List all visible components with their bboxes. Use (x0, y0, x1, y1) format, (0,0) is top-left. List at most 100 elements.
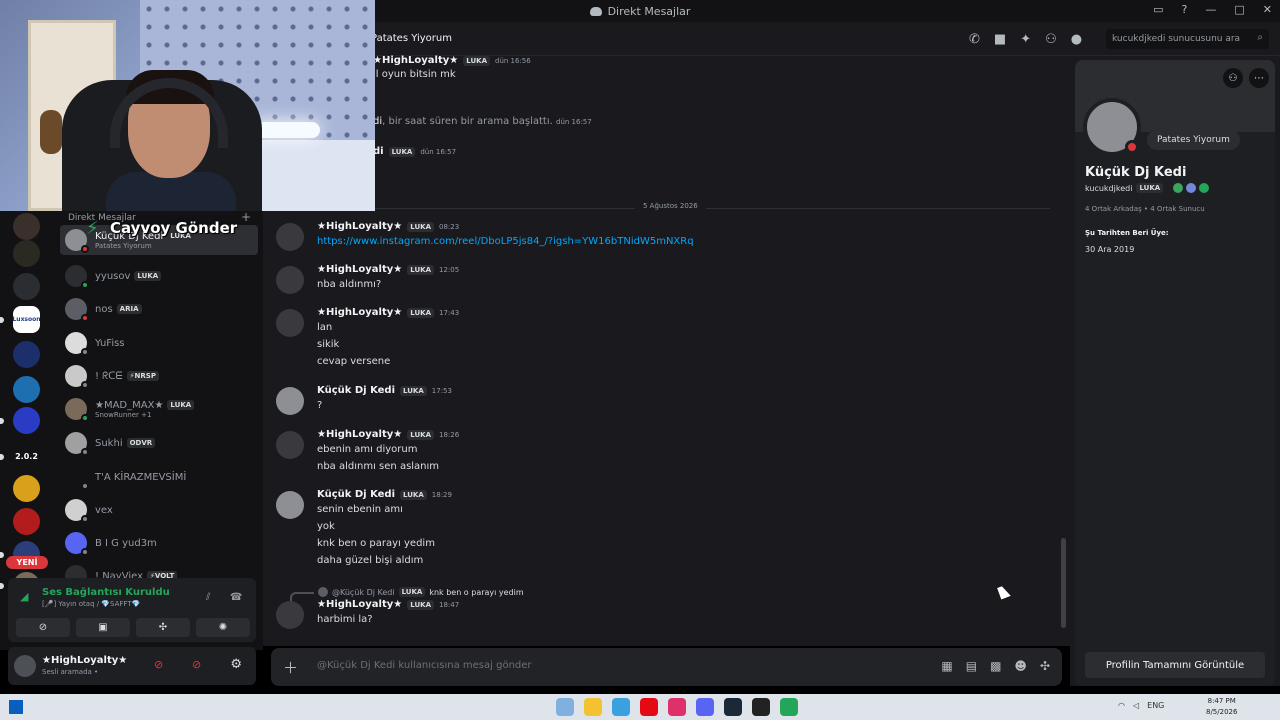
netflix-app-icon[interactable] (640, 698, 658, 716)
dm-item[interactable]: YuFiss (60, 328, 258, 358)
search-input[interactable]: kucukdjkedi sunucusunu ara ⌕ (1106, 29, 1269, 49)
add-friend-icon[interactable]: ⚇ (1223, 68, 1243, 88)
pin-icon[interactable]: ✦ (1020, 32, 1031, 47)
server-icon[interactable] (13, 213, 40, 240)
emoji-icon[interactable]: ☻ (1014, 659, 1027, 673)
dm-item[interactable]: T'A KİRAZMEVSİMİ (60, 462, 258, 492)
system-clock[interactable]: 8:47 PM 8/5/2026 (1206, 696, 1237, 718)
wifi-icon[interactable]: ◠ (1118, 701, 1125, 710)
dm-item[interactable]: yyusov LUKA (60, 261, 258, 291)
apps-icon[interactable]: ✣ (1040, 659, 1050, 673)
message-avatar[interactable] (276, 309, 304, 337)
terminal-app-icon[interactable] (752, 698, 770, 716)
attach-plus-icon[interactable]: ＋ (283, 657, 298, 678)
server-icon[interactable]: 2.0.2 (13, 443, 40, 470)
composer-tools: ▦ ▤ ▩ ☻ ✣ (941, 659, 1050, 673)
server-icon[interactable] (13, 376, 40, 403)
dm-item[interactable]: B I G yud3m (60, 528, 258, 558)
chat-scrollbar[interactable] (1061, 538, 1066, 628)
activities-button[interactable]: ✣ (136, 618, 190, 637)
dm-item[interactable]: nos ARIA (60, 294, 258, 324)
help-icon[interactable]: ? (1182, 3, 1188, 16)
steam-app-icon[interactable] (724, 698, 742, 716)
message-author[interactable]: ★HighLoyalty★ (373, 55, 458, 66)
server-icon[interactable] (13, 475, 40, 502)
message-avatar[interactable] (276, 431, 304, 459)
leaf-badge-icon[interactable] (1199, 183, 1210, 193)
message-avatar[interactable] (276, 491, 304, 519)
noise-suppression-icon[interactable]: ⫽ (206, 592, 210, 603)
store-app-icon[interactable] (612, 698, 630, 716)
message-text: ? (317, 400, 323, 411)
opera-app-icon[interactable] (668, 698, 686, 716)
discord-app-icon[interactable] (696, 698, 714, 716)
server-icon[interactable]: Luxsoon (12, 306, 41, 333)
video-call-icon[interactable]: ■ (994, 32, 1006, 47)
language-indicator[interactable]: ENG (1147, 701, 1164, 710)
chrome-app-icon[interactable] (556, 698, 574, 716)
new-dm-button[interactable]: + (241, 210, 251, 224)
server-icon[interactable] (13, 240, 40, 267)
message-author[interactable]: Küçük Dj Kedi (317, 385, 395, 396)
server-icon[interactable] (13, 508, 40, 535)
server-icon[interactable] (13, 407, 40, 434)
minimize-button[interactable]: — (1205, 3, 1216, 16)
server-icon[interactable] (13, 273, 40, 300)
gift-icon[interactable]: ▦ (941, 659, 952, 673)
message-author[interactable]: Küçük Dj Kedi (317, 489, 395, 500)
message-author[interactable]: ★HighLoyalty★ (317, 599, 402, 610)
message-author[interactable]: ★HighLoyalty★ (317, 307, 402, 318)
spotify-app-icon[interactable] (780, 698, 798, 716)
date-divider: 5 Ağustos 2026 (275, 202, 1050, 210)
screen-share-button[interactable]: ▣ (76, 618, 130, 637)
dm-item[interactable]: Sukhi ODVR (60, 428, 258, 458)
new-badge[interactable]: YENİ (6, 556, 48, 569)
profile-avatar[interactable] (1083, 98, 1141, 156)
close-button[interactable]: ✕ (1263, 3, 1272, 16)
soundboard-button[interactable]: ✺ (196, 618, 250, 637)
user-profile-icon[interactable]: ● (1071, 32, 1082, 47)
avatar[interactable] (14, 655, 36, 677)
dm-item-name: yyusov (95, 270, 131, 282)
message-author[interactable]: ★HighLoyalty★ (317, 221, 402, 232)
gif-icon[interactable]: ▤ (966, 659, 977, 673)
voice-channel-name[interactable]: [🎤] Yayın otaq / 💎SAFFT💎 (42, 600, 140, 608)
windows-start-icon[interactable] (9, 700, 23, 714)
message-composer: ＋ @Küçük Dj Kedi kullanıcısına mesaj gön… (271, 648, 1062, 686)
maximize-button[interactable]: □ (1234, 3, 1244, 16)
volume-icon[interactable]: ◁ (1133, 701, 1139, 710)
server-icon[interactable] (13, 341, 40, 368)
message-input[interactable]: @Küçük Dj Kedi kullanıcısına mesaj gönde… (317, 660, 532, 671)
message-author[interactable]: ★HighLoyalty★ (317, 264, 402, 275)
voice-call-icon[interactable]: ✆ (969, 32, 980, 47)
dm-item[interactable]: vex (60, 495, 258, 525)
view-full-profile-button[interactable]: Profilin Tamamını Görüntüle (1085, 652, 1265, 678)
mute-icon[interactable]: ⊘ (154, 658, 163, 671)
status-indicator (81, 348, 89, 356)
system-tray: ◠ ◁ ENG (1118, 701, 1164, 710)
sticker-icon[interactable]: ▩ (990, 659, 1001, 673)
nitro-badge-icon[interactable] (1186, 183, 1197, 193)
gear-icon[interactable]: ⚙ (230, 657, 242, 672)
message-avatar[interactable] (276, 601, 304, 629)
reply-preview[interactable]: @Küçük Dj Kedi LUKA knk ben o parayı yed… (318, 587, 524, 597)
message-link[interactable]: https://www.instagram.com/reel/DboLP5js8… (317, 236, 694, 247)
message-text: daha güzel bişi aldım (317, 555, 424, 566)
message-author[interactable]: ★HighLoyalty★ (317, 429, 402, 440)
camera-off-button[interactable]: ⊘ (16, 618, 70, 637)
mutual-friends[interactable]: 4 Ortak Arkadaş (1085, 205, 1142, 213)
message-avatar[interactable] (276, 223, 304, 251)
message-avatar[interactable] (276, 387, 304, 415)
message-avatar[interactable] (276, 266, 304, 294)
disconnect-icon[interactable]: ☎ (230, 592, 242, 603)
taskbar-apps (556, 698, 798, 716)
hypesquad-badge-icon[interactable] (1173, 183, 1184, 193)
dm-item[interactable]: ★MAD_MAX★ LUKA SnowRunner +1 (60, 394, 258, 424)
more-options-icon[interactable]: ⋯ (1249, 68, 1269, 88)
inbox-icon[interactable]: ▭ (1153, 3, 1163, 16)
add-friends-icon[interactable]: ⚇ (1045, 32, 1057, 47)
deafen-icon[interactable]: ⊘ (192, 658, 201, 671)
dm-item[interactable]: ! ᖇᑕᗴ ⚡NRSP (60, 361, 258, 391)
file-explorer-icon[interactable] (584, 698, 602, 716)
mutual-servers[interactable]: 4 Ortak Sunucu (1150, 205, 1204, 213)
